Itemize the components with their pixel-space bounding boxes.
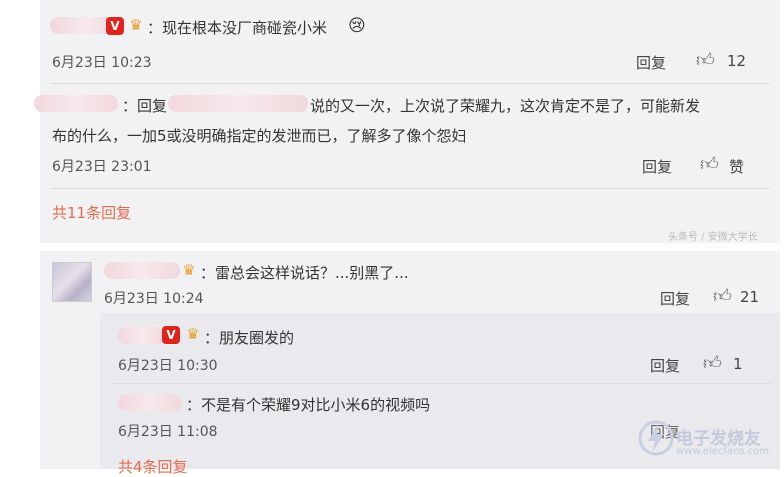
crown-icon: ♛ [182, 261, 196, 279]
reply-button[interactable]: 回复 [660, 288, 690, 309]
comment-text: ：现在根本没厂商碰瓷小米 [147, 19, 328, 37]
like-count: 1 [733, 355, 743, 373]
reply-time: 6月23日 10:30 [118, 358, 218, 374]
like-count: 12 [727, 52, 747, 70]
comment-time: 6月23日 23:01 [52, 159, 152, 175]
comment-text: 说的又一次，上次说了荣耀九，这次肯定不是了，可能新发 [310, 97, 701, 115]
blurred-username[interactable] [118, 327, 166, 344]
comment-time: 6月23日 10:24 [104, 291, 204, 307]
lightning-logo-icon [638, 420, 674, 456]
reply-text: ：朋友圈发的 [204, 329, 295, 347]
thumbs-up-icon[interactable]: 👍︎ [713, 285, 732, 307]
thumbs-up-icon[interactable]: 👍︎ [700, 153, 719, 175]
divider [50, 188, 770, 189]
reply-prefix: ：回复 [122, 97, 168, 115]
crown-icon: ♛ [129, 16, 143, 34]
crown-icon: ♛ [186, 325, 200, 343]
thumbs-up-icon[interactable]: 👍︎ [703, 352, 722, 374]
v-badge-icon: V [162, 326, 180, 344]
site-logo [636, 418, 676, 462]
like-label[interactable]: 赞 [729, 156, 744, 177]
watermark: 头条号 / 安微大学长 [668, 232, 758, 243]
divider [50, 83, 770, 84]
crying-emoji: 😢 [348, 16, 366, 36]
reply-button[interactable]: 回复 [636, 52, 666, 73]
blurred-mention[interactable] [168, 95, 308, 112]
logo-url: www.elecfans.com [676, 446, 770, 457]
reply-button[interactable]: 回复 [650, 355, 680, 376]
reply-button[interactable]: 回复 [642, 156, 672, 177]
like-count: 21 [740, 288, 760, 306]
comment-text-line2: 布的什么，一加5或没明确指定的发泄而已，了解多了像个怨妇 [52, 127, 467, 145]
blurred-username[interactable] [34, 95, 118, 112]
divider [112, 383, 772, 384]
blurred-username[interactable] [104, 262, 180, 279]
more-replies-link[interactable]: 共4条回复 [118, 456, 188, 477]
v-badge-icon: V [106, 17, 124, 35]
blurred-username[interactable] [118, 394, 182, 411]
avatar[interactable] [52, 262, 92, 302]
comment-text: ：雷总会这样说话？...别黑了... [200, 264, 409, 282]
more-replies-link[interactable]: 共11条回复 [52, 202, 131, 223]
thumbs-up-icon[interactable]: 👍︎ [696, 49, 715, 71]
comment-time: 6月23日 10:23 [52, 55, 152, 71]
reply-text: ：不是有个荣耀9对比小米6的视频吗 [186, 396, 431, 414]
reply-time: 6月23日 11:08 [118, 424, 218, 440]
